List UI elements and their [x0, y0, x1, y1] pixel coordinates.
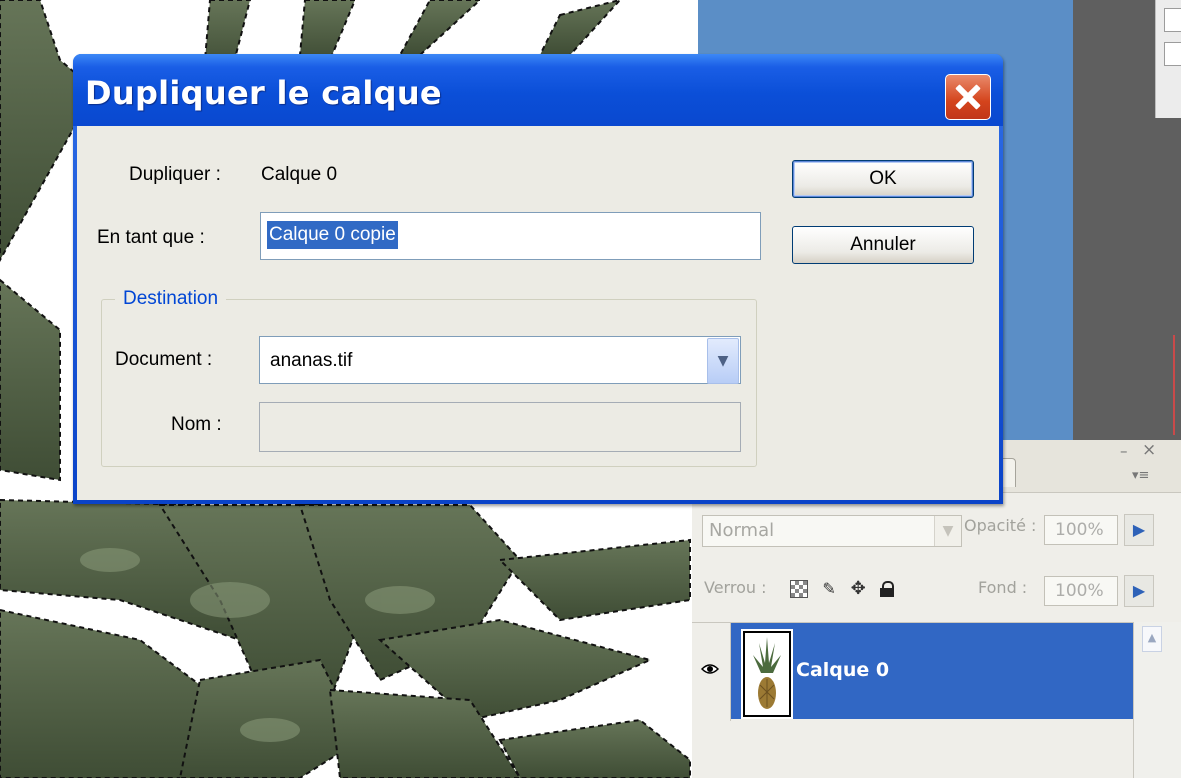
dialog-body: Dupliquer : Calque 0 En tant que : Calqu…	[77, 126, 999, 500]
dialog-title: Dupliquer le calque	[85, 74, 442, 112]
opacity-field[interactable]: 100%	[1044, 515, 1118, 545]
blend-mode-select[interactable]: Normal ▼	[702, 515, 962, 547]
red-divider	[1173, 335, 1175, 435]
panel-close-icon[interactable]: ×	[1142, 440, 1156, 460]
brush-lock-icon[interactable]: ✎	[821, 580, 837, 597]
as-label: En tant que :	[97, 227, 205, 248]
chevron-down-icon: ▼	[934, 516, 961, 546]
duplicate-layer-dialog: Dupliquer le calque Dupliquer : Calque 0…	[73, 54, 1003, 504]
name-input[interactable]	[259, 402, 741, 452]
fill-field[interactable]: 100%	[1044, 576, 1118, 606]
layer-name: Calque 0	[796, 659, 890, 681]
layer-row[interactable]: Calque 0	[692, 622, 1133, 721]
top-right-panel	[1155, 0, 1181, 118]
document-select[interactable]: ananas.tif ▼	[259, 336, 741, 384]
opacity-label: Opacité :	[964, 516, 1037, 535]
panel-menu-icon[interactable]: ▾≡	[1132, 468, 1149, 483]
dialog-titlebar[interactable]: Dupliquer le calque	[73, 54, 1003, 126]
layer-name-input[interactable]: Calque 0 copie	[260, 212, 761, 260]
checkerboard-lock-icon[interactable]	[790, 579, 808, 598]
ok-button[interactable]: OK	[792, 160, 974, 198]
scroll-up-icon[interactable]: ▲	[1142, 626, 1162, 652]
eye-icon	[701, 664, 719, 674]
layer-selected[interactable]: Calque 0	[731, 623, 1133, 719]
document-label: Document :	[115, 349, 213, 370]
duplicate-label: Dupliquer :	[129, 164, 221, 185]
lock-icons: ✎ ✥	[790, 578, 903, 598]
chevron-down-icon[interactable]: ▼	[707, 338, 739, 384]
layer-thumbnail	[743, 631, 791, 717]
layers-scrollbar[interactable]: ▲	[1133, 622, 1181, 778]
move-lock-icon[interactable]: ✥	[850, 579, 866, 597]
lock-label: Verrou :	[704, 578, 767, 597]
document-value: ananas.tif	[270, 350, 353, 371]
opacity-arrow-icon[interactable]: ▶	[1124, 514, 1154, 546]
panel-box	[1164, 42, 1181, 66]
name-label: Nom :	[171, 414, 222, 435]
cancel-button[interactable]: Annuler	[792, 226, 974, 264]
fill-arrow-icon[interactable]: ▶	[1124, 575, 1154, 607]
opacity-value: 100%	[1055, 520, 1104, 540]
panel-minimize-icon[interactable]: –	[1120, 442, 1128, 460]
fill-label: Fond :	[978, 578, 1028, 597]
blend-mode-value: Normal	[709, 520, 775, 541]
panel-box	[1164, 8, 1181, 32]
visibility-cell[interactable]	[692, 623, 731, 721]
fill-value: 100%	[1055, 581, 1104, 601]
duplicate-value: Calque 0	[261, 164, 338, 185]
layer-name-input-text: Calque 0 copie	[267, 221, 398, 249]
destination-legend: Destination	[115, 288, 227, 310]
padlock-icon[interactable]	[879, 580, 895, 597]
close-icon[interactable]	[945, 74, 991, 120]
